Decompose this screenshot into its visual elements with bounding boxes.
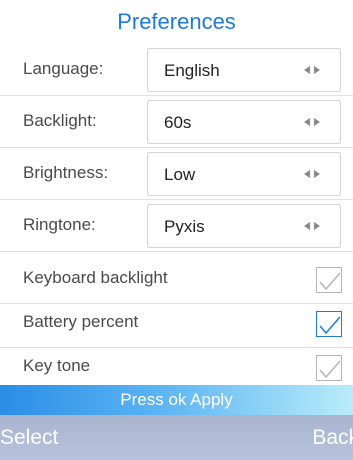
setting-label: Ringtone:: [23, 215, 96, 234]
select-value: 60s: [164, 113, 192, 132]
ringtone-select[interactable]: Pyxis: [147, 204, 341, 248]
checkmark-icon: [319, 316, 341, 335]
softkey-bar: Select Back: [0, 415, 353, 460]
left-right-arrows-icon: [304, 170, 320, 178]
backlight-select[interactable]: 60s: [147, 100, 341, 144]
back-softkey[interactable]: Back: [312, 415, 353, 460]
left-right-arrows-icon: [304, 118, 320, 126]
setting-label: Language:: [23, 59, 104, 78]
setting-label: Brightness:: [23, 163, 109, 182]
select-value: English: [164, 61, 220, 80]
checkmark-icon: [319, 360, 341, 379]
setting-row-backlight[interactable]: Backlight: 60s: [0, 96, 353, 148]
page-title: Preferences: [117, 9, 236, 34]
checkmark-icon: [319, 272, 341, 291]
left-right-arrows-icon: [304, 66, 320, 74]
brightness-select[interactable]: Low: [147, 152, 341, 196]
battery-percent-checkbox[interactable]: [316, 311, 342, 337]
hint-bar: Press ok Apply: [0, 385, 353, 415]
keyboard-backlight-checkbox[interactable]: [316, 267, 342, 293]
setting-row-ringtone[interactable]: Ringtone: Pyxis: [0, 200, 353, 252]
language-select[interactable]: English: [147, 48, 341, 92]
select-value: Pyxis: [164, 217, 205, 236]
setting-row-brightness[interactable]: Brightness: Low: [0, 148, 353, 200]
key-tone-checkbox[interactable]: [316, 355, 342, 381]
left-right-arrows-icon: [304, 222, 320, 230]
setting-label: Backlight:: [23, 111, 97, 130]
select-softkey[interactable]: Select: [0, 415, 58, 460]
setting-row-language[interactable]: Language: English: [0, 44, 353, 96]
select-value: Low: [164, 165, 196, 184]
